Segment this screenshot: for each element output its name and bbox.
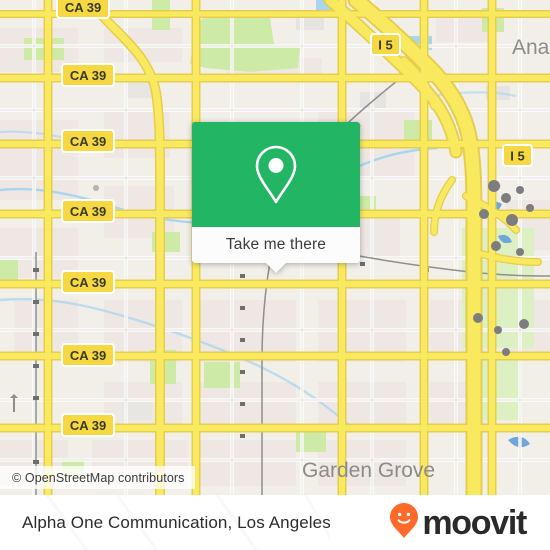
svg-text:CA 39: CA 39	[70, 275, 106, 290]
popup-footer[interactable]: Take me there	[192, 227, 360, 273]
moovit-smiley-pin-icon	[389, 502, 419, 544]
place-label-anaheim: Ana	[512, 36, 550, 59]
map-pin-icon	[252, 144, 300, 206]
svg-text:CA 39: CA 39	[70, 348, 106, 363]
shield-ca39-5: CA 39	[61, 343, 115, 367]
svg-text:CA 39: CA 39	[65, 0, 101, 15]
place-label-garden-grove: Garden Grove	[302, 459, 435, 482]
take-me-there-popup[interactable]: Take me there	[192, 122, 360, 273]
shield-ca39-2: CA 39	[61, 129, 115, 153]
take-me-there-label: Take me there	[225, 236, 327, 254]
svg-text:I 5: I 5	[378, 38, 392, 53]
shield-ca39-4: CA 39	[61, 270, 115, 294]
osm-attribution[interactable]: © OpenStreetMap contributors	[0, 466, 195, 489]
moovit-brand-logo[interactable]: moovit	[389, 502, 527, 544]
footer-bar: Alpha One Communication, Los Angeles moo…	[0, 495, 550, 550]
popup-tail-arrow	[265, 262, 287, 273]
shield-ca39-0: CA 39	[56, 0, 110, 19]
svg-text:CA 39: CA 39	[70, 68, 106, 83]
svg-text:I 5: I 5	[510, 149, 524, 164]
moovit-wordmark: moovit	[422, 503, 527, 542]
svg-text:CA 39: CA 39	[70, 418, 106, 433]
shield-ca39-6: CA 39	[61, 413, 115, 437]
shield-i5-0: I 5	[370, 33, 401, 56]
map-screenshot-page: Garden Grove Ana CA 39 CA 39 CA 39 CA 39…	[0, 0, 550, 550]
shield-ca39-1: CA 39	[61, 63, 115, 87]
location-title: Alpha One Communication, Los Angeles	[22, 512, 331, 532]
svg-text:CA 39: CA 39	[70, 134, 106, 149]
shield-ca39-3: CA 39	[61, 199, 115, 223]
shield-i5-1: I 5	[502, 144, 533, 167]
svg-text:CA 39: CA 39	[70, 204, 106, 219]
popup-header	[192, 122, 360, 227]
osm-attribution-text: © OpenStreetMap contributors	[12, 470, 185, 485]
